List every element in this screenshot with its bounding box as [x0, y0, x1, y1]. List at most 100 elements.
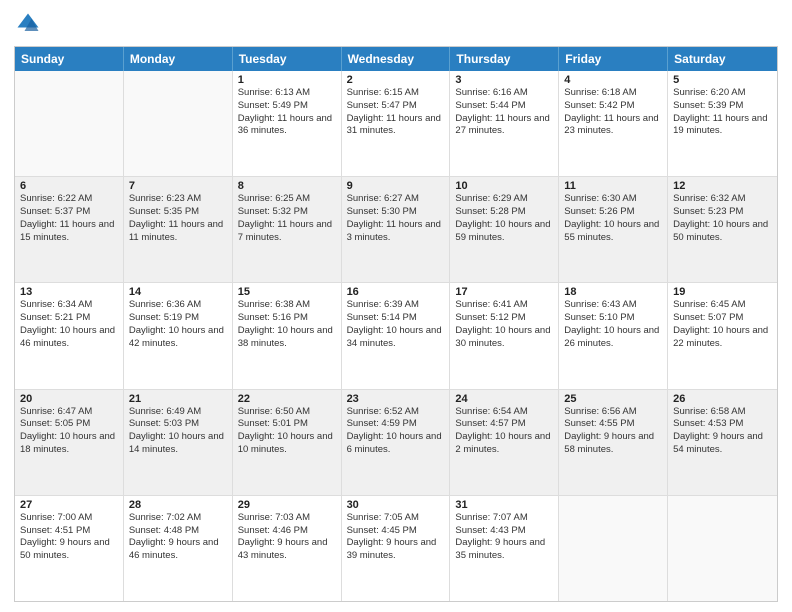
sunrise-text: Sunrise: 6:58 AM: [673, 406, 772, 419]
sunrise-text: Sunrise: 7:05 AM: [347, 512, 445, 525]
sunrise-text: Sunrise: 6:45 AM: [673, 299, 772, 312]
sunrise-text: Sunrise: 6:38 AM: [238, 299, 336, 312]
day-number: 11: [564, 180, 662, 192]
cal-cell: 5Sunrise: 6:20 AMSunset: 5:39 PMDaylight…: [668, 71, 777, 176]
cal-week-row-4: 27Sunrise: 7:00 AMSunset: 4:51 PMDayligh…: [15, 496, 777, 601]
page: SundayMondayTuesdayWednesdayThursdayFrid…: [0, 0, 792, 612]
daylight-text: Daylight: 9 hours and 39 minutes.: [347, 537, 445, 563]
cal-week-row-3: 20Sunrise: 6:47 AMSunset: 5:05 PMDayligh…: [15, 390, 777, 496]
cal-week-row-2: 13Sunrise: 6:34 AMSunset: 5:21 PMDayligh…: [15, 283, 777, 389]
cal-cell: 3Sunrise: 6:16 AMSunset: 5:44 PMDaylight…: [450, 71, 559, 176]
day-number: 24: [455, 393, 553, 405]
sunset-text: Sunset: 5:39 PM: [673, 100, 772, 113]
cal-cell: 9Sunrise: 6:27 AMSunset: 5:30 PMDaylight…: [342, 177, 451, 282]
day-number: 28: [129, 499, 227, 511]
cal-cell: [15, 71, 124, 176]
daylight-text: Daylight: 10 hours and 50 minutes.: [673, 219, 772, 245]
sunrise-text: Sunrise: 6:49 AM: [129, 406, 227, 419]
sunrise-text: Sunrise: 6:25 AM: [238, 193, 336, 206]
day-number: 27: [20, 499, 118, 511]
sunset-text: Sunset: 5:19 PM: [129, 312, 227, 325]
sunrise-text: Sunrise: 6:47 AM: [20, 406, 118, 419]
sunset-text: Sunset: 5:16 PM: [238, 312, 336, 325]
daylight-text: Daylight: 11 hours and 3 minutes.: [347, 219, 445, 245]
day-number: 21: [129, 393, 227, 405]
daylight-text: Daylight: 10 hours and 34 minutes.: [347, 325, 445, 351]
sunset-text: Sunset: 5:01 PM: [238, 418, 336, 431]
sunset-text: Sunset: 4:45 PM: [347, 525, 445, 538]
cal-cell: [559, 496, 668, 601]
sunrise-text: Sunrise: 6:56 AM: [564, 406, 662, 419]
sunset-text: Sunset: 5:21 PM: [20, 312, 118, 325]
sunrise-text: Sunrise: 6:34 AM: [20, 299, 118, 312]
cal-cell: 1Sunrise: 6:13 AMSunset: 5:49 PMDaylight…: [233, 71, 342, 176]
calendar: SundayMondayTuesdayWednesdayThursdayFrid…: [14, 46, 778, 602]
cal-cell: 30Sunrise: 7:05 AMSunset: 4:45 PMDayligh…: [342, 496, 451, 601]
daylight-text: Daylight: 11 hours and 27 minutes.: [455, 113, 553, 139]
day-number: 20: [20, 393, 118, 405]
cal-header-cell-friday: Friday: [559, 47, 668, 71]
day-number: 23: [347, 393, 445, 405]
cal-cell: 27Sunrise: 7:00 AMSunset: 4:51 PMDayligh…: [15, 496, 124, 601]
day-number: 30: [347, 499, 445, 511]
cal-cell: 26Sunrise: 6:58 AMSunset: 4:53 PMDayligh…: [668, 390, 777, 495]
daylight-text: Daylight: 10 hours and 2 minutes.: [455, 431, 553, 457]
cal-header-cell-sunday: Sunday: [15, 47, 124, 71]
day-number: 4: [564, 74, 662, 86]
cal-cell: 13Sunrise: 6:34 AMSunset: 5:21 PMDayligh…: [15, 283, 124, 388]
cal-cell: 4Sunrise: 6:18 AMSunset: 5:42 PMDaylight…: [559, 71, 668, 176]
sunset-text: Sunset: 5:28 PM: [455, 206, 553, 219]
sunset-text: Sunset: 5:07 PM: [673, 312, 772, 325]
daylight-text: Daylight: 10 hours and 14 minutes.: [129, 431, 227, 457]
sunset-text: Sunset: 5:10 PM: [564, 312, 662, 325]
cal-cell: 11Sunrise: 6:30 AMSunset: 5:26 PMDayligh…: [559, 177, 668, 282]
cal-cell: 17Sunrise: 6:41 AMSunset: 5:12 PMDayligh…: [450, 283, 559, 388]
sunrise-text: Sunrise: 6:54 AM: [455, 406, 553, 419]
daylight-text: Daylight: 10 hours and 26 minutes.: [564, 325, 662, 351]
sunrise-text: Sunrise: 6:41 AM: [455, 299, 553, 312]
day-number: 16: [347, 286, 445, 298]
sunrise-text: Sunrise: 6:16 AM: [455, 87, 553, 100]
cal-cell: 31Sunrise: 7:07 AMSunset: 4:43 PMDayligh…: [450, 496, 559, 601]
sunrise-text: Sunrise: 6:39 AM: [347, 299, 445, 312]
sunset-text: Sunset: 4:55 PM: [564, 418, 662, 431]
day-number: 1: [238, 74, 336, 86]
day-number: 26: [673, 393, 772, 405]
day-number: 14: [129, 286, 227, 298]
sunrise-text: Sunrise: 6:15 AM: [347, 87, 445, 100]
sunset-text: Sunset: 5:47 PM: [347, 100, 445, 113]
sunset-text: Sunset: 5:42 PM: [564, 100, 662, 113]
sunrise-text: Sunrise: 6:50 AM: [238, 406, 336, 419]
cal-cell: 28Sunrise: 7:02 AMSunset: 4:48 PMDayligh…: [124, 496, 233, 601]
cal-cell: 19Sunrise: 6:45 AMSunset: 5:07 PMDayligh…: [668, 283, 777, 388]
cal-cell: 8Sunrise: 6:25 AMSunset: 5:32 PMDaylight…: [233, 177, 342, 282]
sunset-text: Sunset: 5:49 PM: [238, 100, 336, 113]
cal-cell: 7Sunrise: 6:23 AMSunset: 5:35 PMDaylight…: [124, 177, 233, 282]
daylight-text: Daylight: 11 hours and 15 minutes.: [20, 219, 118, 245]
daylight-text: Daylight: 11 hours and 31 minutes.: [347, 113, 445, 139]
daylight-text: Daylight: 10 hours and 46 minutes.: [20, 325, 118, 351]
daylight-text: Daylight: 11 hours and 7 minutes.: [238, 219, 336, 245]
logo-icon: [14, 10, 42, 38]
sunrise-text: Sunrise: 7:02 AM: [129, 512, 227, 525]
daylight-text: Daylight: 9 hours and 43 minutes.: [238, 537, 336, 563]
sunrise-text: Sunrise: 6:29 AM: [455, 193, 553, 206]
cal-week-row-1: 6Sunrise: 6:22 AMSunset: 5:37 PMDaylight…: [15, 177, 777, 283]
sunset-text: Sunset: 4:59 PM: [347, 418, 445, 431]
cal-cell: 25Sunrise: 6:56 AMSunset: 4:55 PMDayligh…: [559, 390, 668, 495]
cal-cell: 15Sunrise: 6:38 AMSunset: 5:16 PMDayligh…: [233, 283, 342, 388]
sunrise-text: Sunrise: 7:00 AM: [20, 512, 118, 525]
calendar-header-row: SundayMondayTuesdayWednesdayThursdayFrid…: [15, 47, 777, 71]
day-number: 7: [129, 180, 227, 192]
sunset-text: Sunset: 4:53 PM: [673, 418, 772, 431]
sunset-text: Sunset: 5:30 PM: [347, 206, 445, 219]
daylight-text: Daylight: 10 hours and 6 minutes.: [347, 431, 445, 457]
sunset-text: Sunset: 5:44 PM: [455, 100, 553, 113]
day-number: 31: [455, 499, 553, 511]
sunrise-text: Sunrise: 6:22 AM: [20, 193, 118, 206]
sunset-text: Sunset: 5:14 PM: [347, 312, 445, 325]
day-number: 19: [673, 286, 772, 298]
header: [14, 10, 778, 38]
daylight-text: Daylight: 11 hours and 19 minutes.: [673, 113, 772, 139]
day-number: 9: [347, 180, 445, 192]
